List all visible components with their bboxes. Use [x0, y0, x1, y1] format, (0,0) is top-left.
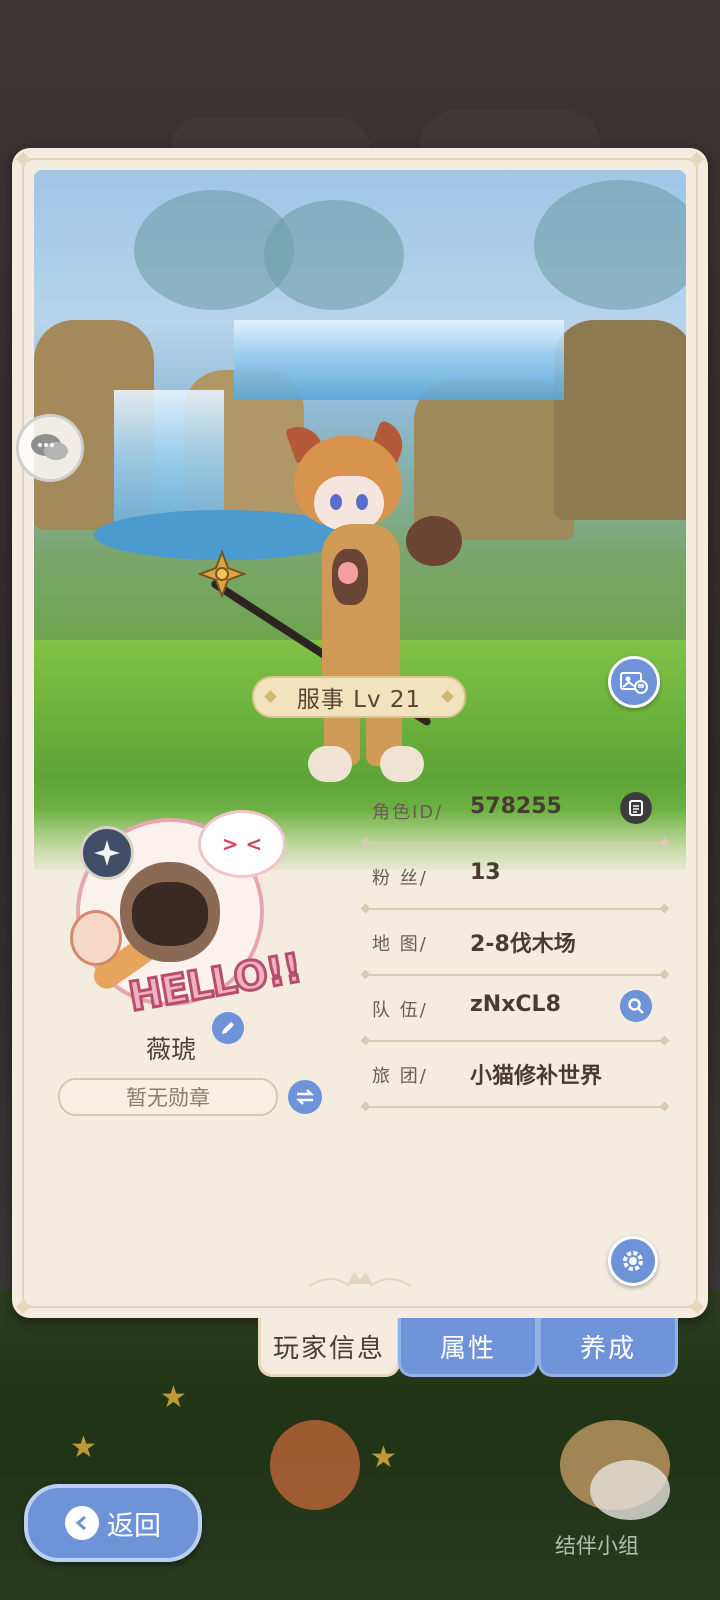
character-foot	[380, 746, 424, 782]
info-row-guild: 旅 团/ 小猫修补世界	[362, 1044, 668, 1110]
copy-id-button[interactable]	[620, 792, 652, 824]
gear-icon	[623, 1251, 643, 1271]
info-value: 13	[470, 860, 501, 885]
character-face	[314, 476, 384, 530]
settings-button[interactable]	[608, 1236, 658, 1286]
cross-emblem-icon	[94, 840, 120, 866]
star-decoration: ★	[70, 1430, 97, 1465]
character-paw	[406, 516, 462, 566]
info-row-map: 地 图/ 2-8伐木场	[362, 912, 668, 978]
level-label: 服事 Lv 21	[296, 687, 422, 713]
info-label: 粉 丝/	[372, 868, 428, 889]
diamond-ornament	[441, 690, 454, 703]
info-value: 小猫修补世界	[470, 1064, 603, 1089]
card-bottom-ornament	[309, 1272, 411, 1287]
player-info-card: 服事 Lv 21 > < HELLO!! 薇琥 暂无勋章 角色ID/ 57825…	[12, 148, 708, 1318]
level-pill: 服事 Lv 21	[252, 676, 466, 718]
character-eye	[356, 494, 368, 510]
avatar-frame-badge[interactable]	[80, 826, 134, 880]
player-character	[282, 406, 462, 806]
character-body	[322, 524, 400, 694]
back-button[interactable]: 返回	[24, 1484, 202, 1562]
info-value: 2-8伐木场	[470, 932, 576, 957]
pet-character	[270, 1420, 360, 1510]
info-row-fans: 粉 丝/ 13	[362, 846, 668, 912]
player-name: 薇琥	[146, 1035, 197, 1064]
back-label: 返回	[107, 1510, 161, 1542]
diamond-ornament	[264, 690, 277, 703]
info-label: 旅 团/	[372, 1066, 428, 1087]
pet-character	[590, 1460, 670, 1520]
corner-ornament	[689, 151, 705, 167]
medal-slot[interactable]: 暂无勋章	[58, 1078, 278, 1116]
info-label: 队 伍/	[372, 1000, 428, 1021]
row-divider	[362, 842, 668, 844]
chat-button[interactable]	[16, 414, 84, 482]
character-eye	[330, 494, 342, 510]
row-divider	[362, 974, 668, 976]
back-arrow-icon	[65, 1506, 99, 1540]
tree	[534, 180, 686, 310]
tab-label: 玩家信息	[272, 1333, 385, 1364]
avatar-speech-bubble: > <	[198, 810, 286, 878]
info-value: zNxCL8	[470, 992, 561, 1017]
star-decoration: ★	[160, 1380, 187, 1415]
search-icon	[628, 998, 644, 1014]
row-divider	[362, 1106, 668, 1108]
avatar[interactable]: > < HELLO!!	[70, 810, 306, 1022]
avatar-cat-face	[132, 882, 208, 946]
row-divider	[362, 908, 668, 910]
staff-head	[198, 550, 246, 598]
info-row-role-id: 角色ID/ 578255	[362, 780, 668, 846]
info-label: 角色ID/	[372, 802, 444, 823]
group-label[interactable]: 结伴小组	[555, 1530, 639, 1560]
pencil-icon	[222, 1022, 234, 1034]
edit-name-button[interactable]	[212, 1012, 244, 1044]
heart-patch	[338, 562, 358, 584]
tab-player-info[interactable]: 玩家信息	[258, 1318, 400, 1377]
info-row-team: 队 伍/ zNxCL8	[362, 978, 668, 1044]
chat-bubbles-icon	[31, 434, 68, 460]
tab-label: 属性	[439, 1333, 496, 1364]
info-label: 地 图/	[372, 934, 428, 955]
star-decoration: ★	[370, 1440, 397, 1475]
photo-card-button[interactable]	[608, 656, 660, 708]
row-divider	[362, 1040, 668, 1042]
corner-ornament	[15, 151, 31, 167]
copy-icon	[629, 800, 643, 816]
photo-card-icon	[620, 672, 648, 694]
corner-ornament	[689, 1299, 705, 1315]
swap-medal-button[interactable]	[288, 1080, 322, 1114]
character-foot	[308, 746, 352, 782]
medal-label: 暂无勋章	[126, 1086, 210, 1110]
tab-attributes[interactable]: 属性	[398, 1318, 538, 1377]
tree	[264, 200, 404, 310]
tab-growth[interactable]: 养成	[538, 1318, 678, 1377]
tab-label: 养成	[579, 1333, 636, 1364]
waterfall	[234, 320, 564, 400]
swap-arrows-icon	[295, 1089, 315, 1105]
cliff	[554, 320, 686, 520]
info-value: 578255	[470, 794, 562, 819]
corner-ornament	[15, 1299, 31, 1315]
search-team-button[interactable]	[620, 990, 652, 1022]
paw-icon	[70, 910, 122, 966]
